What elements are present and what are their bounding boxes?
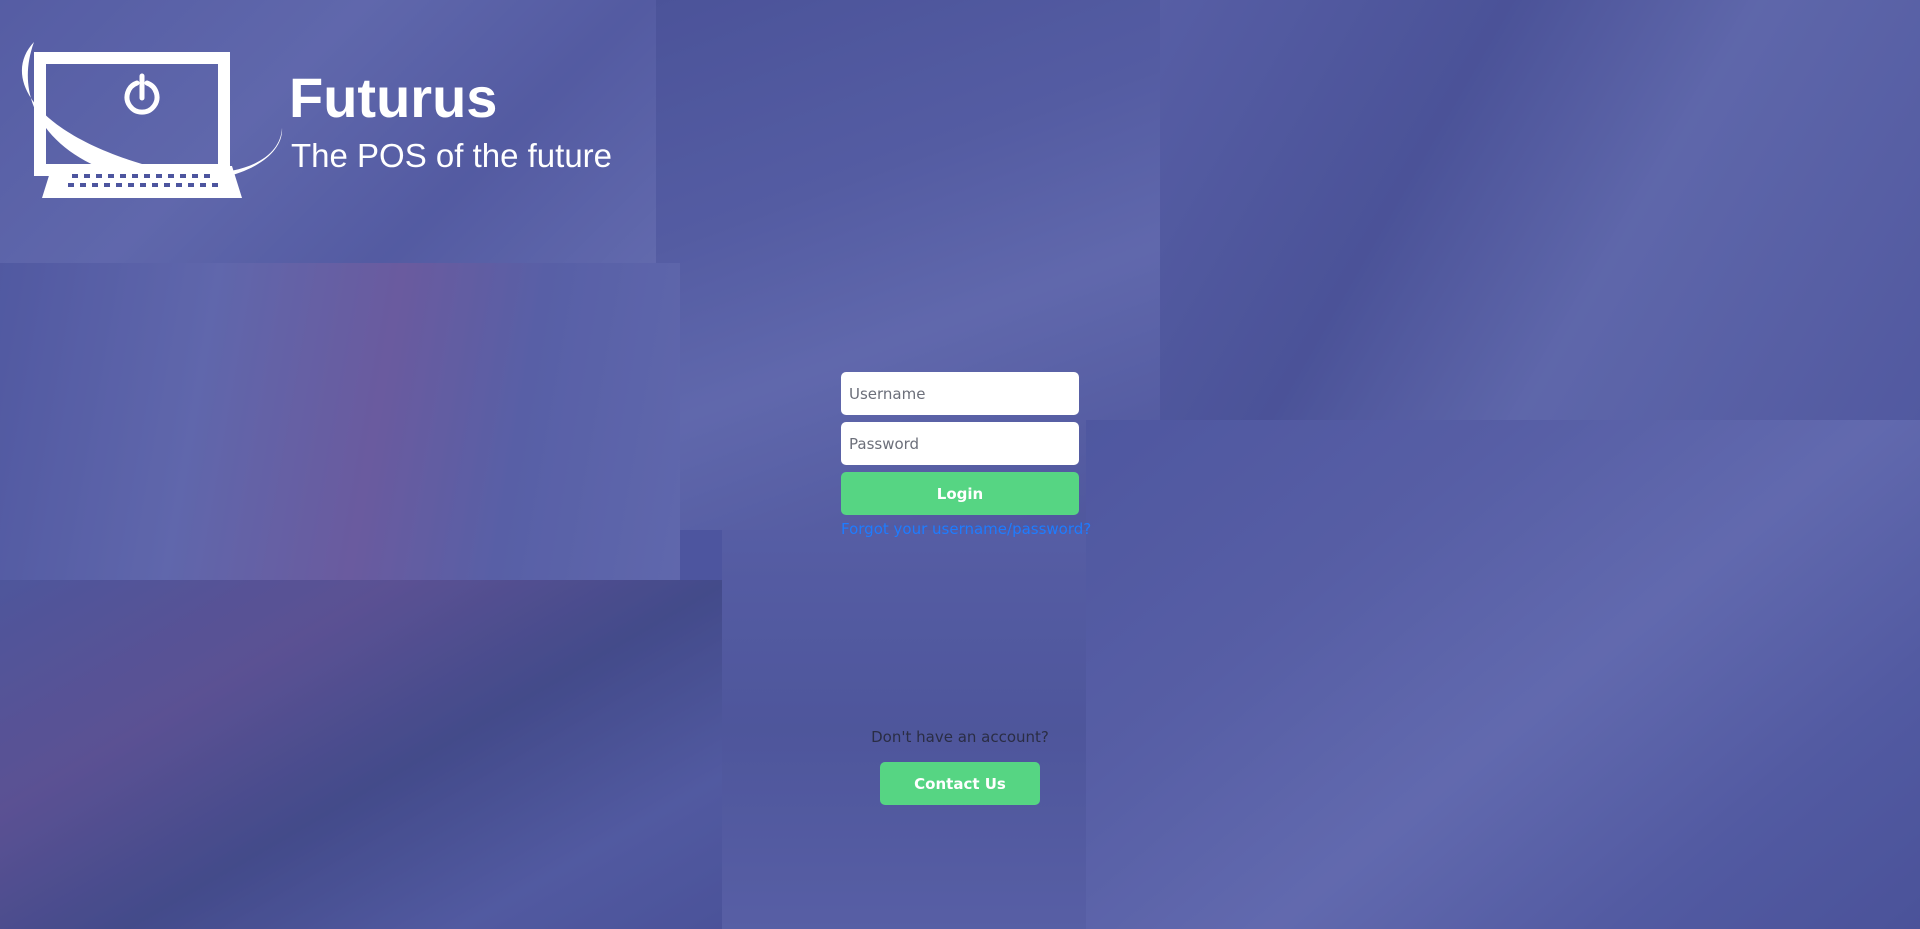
forgot-password-link[interactable]: Forgot your username/password?: [841, 520, 1091, 538]
password-input[interactable]: [841, 422, 1079, 465]
signup-section: Don't have an account? Contact Us: [820, 728, 1100, 805]
username-input[interactable]: [841, 372, 1079, 415]
no-account-text: Don't have an account?: [871, 728, 1049, 746]
brand-tagline: The POS of the future: [291, 137, 613, 174]
contact-us-button[interactable]: Contact Us: [880, 762, 1040, 805]
brand-name: Futurus: [289, 66, 498, 129]
login-form: Login Forgot your username/password?: [841, 372, 1091, 538]
login-button[interactable]: Login: [841, 472, 1079, 515]
